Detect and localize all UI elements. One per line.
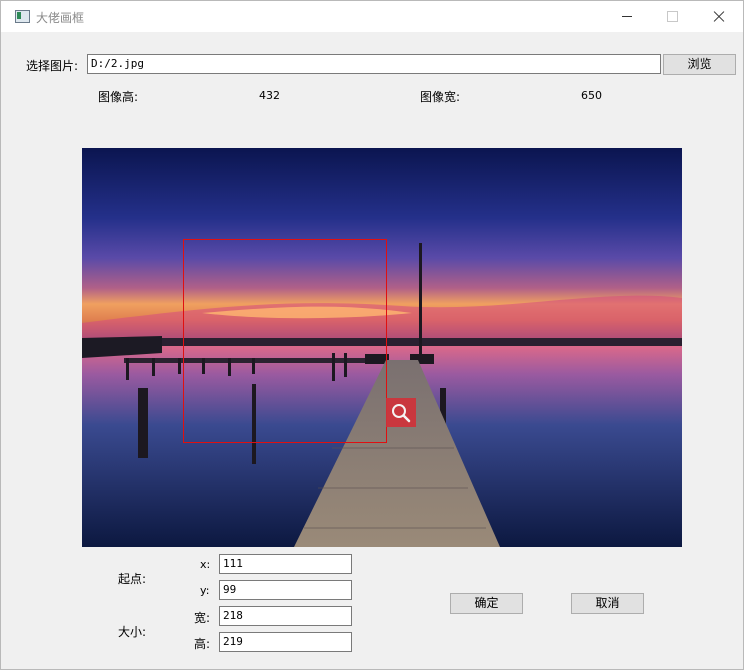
app-window-icon (15, 10, 30, 23)
cancel-button[interactable]: 取消 (571, 593, 644, 614)
width-field[interactable]: 218 (219, 606, 352, 626)
x-label: x: (200, 558, 211, 571)
window-title: 大佬画框 (36, 11, 85, 25)
main-window: 大佬画框 选择图片: D:/2.jpg 浏览 图像高: 432 图像宽: 650 (0, 0, 744, 670)
width-label: 宽: (194, 611, 211, 625)
close-button[interactable] (696, 1, 742, 32)
image-height-value: 432 (259, 89, 280, 102)
minimize-button[interactable] (604, 1, 650, 32)
height-label: 高: (194, 637, 211, 651)
selection-rectangle[interactable] (183, 239, 387, 443)
magnifier-icon[interactable] (386, 398, 416, 427)
maximize-button[interactable] (650, 1, 696, 32)
height-field[interactable]: 219 (219, 632, 352, 652)
image-width-label: 图像宽: (420, 90, 461, 104)
select-image-label: 选择图片: (26, 59, 79, 73)
title-bar[interactable]: 大佬画框 (1, 1, 743, 32)
size-label: 大小: (118, 625, 147, 639)
start-point-label: 起点: (118, 572, 147, 586)
y-field[interactable]: 99 (219, 580, 352, 600)
image-path-input[interactable]: D:/2.jpg (87, 54, 661, 74)
image-height-label: 图像高: (98, 90, 139, 104)
browse-button[interactable]: 浏览 (663, 54, 736, 75)
image-width-value: 650 (581, 89, 602, 102)
ok-button[interactable]: 确定 (450, 593, 523, 614)
x-field[interactable]: 111 (219, 554, 352, 574)
y-label: y: (200, 584, 210, 597)
